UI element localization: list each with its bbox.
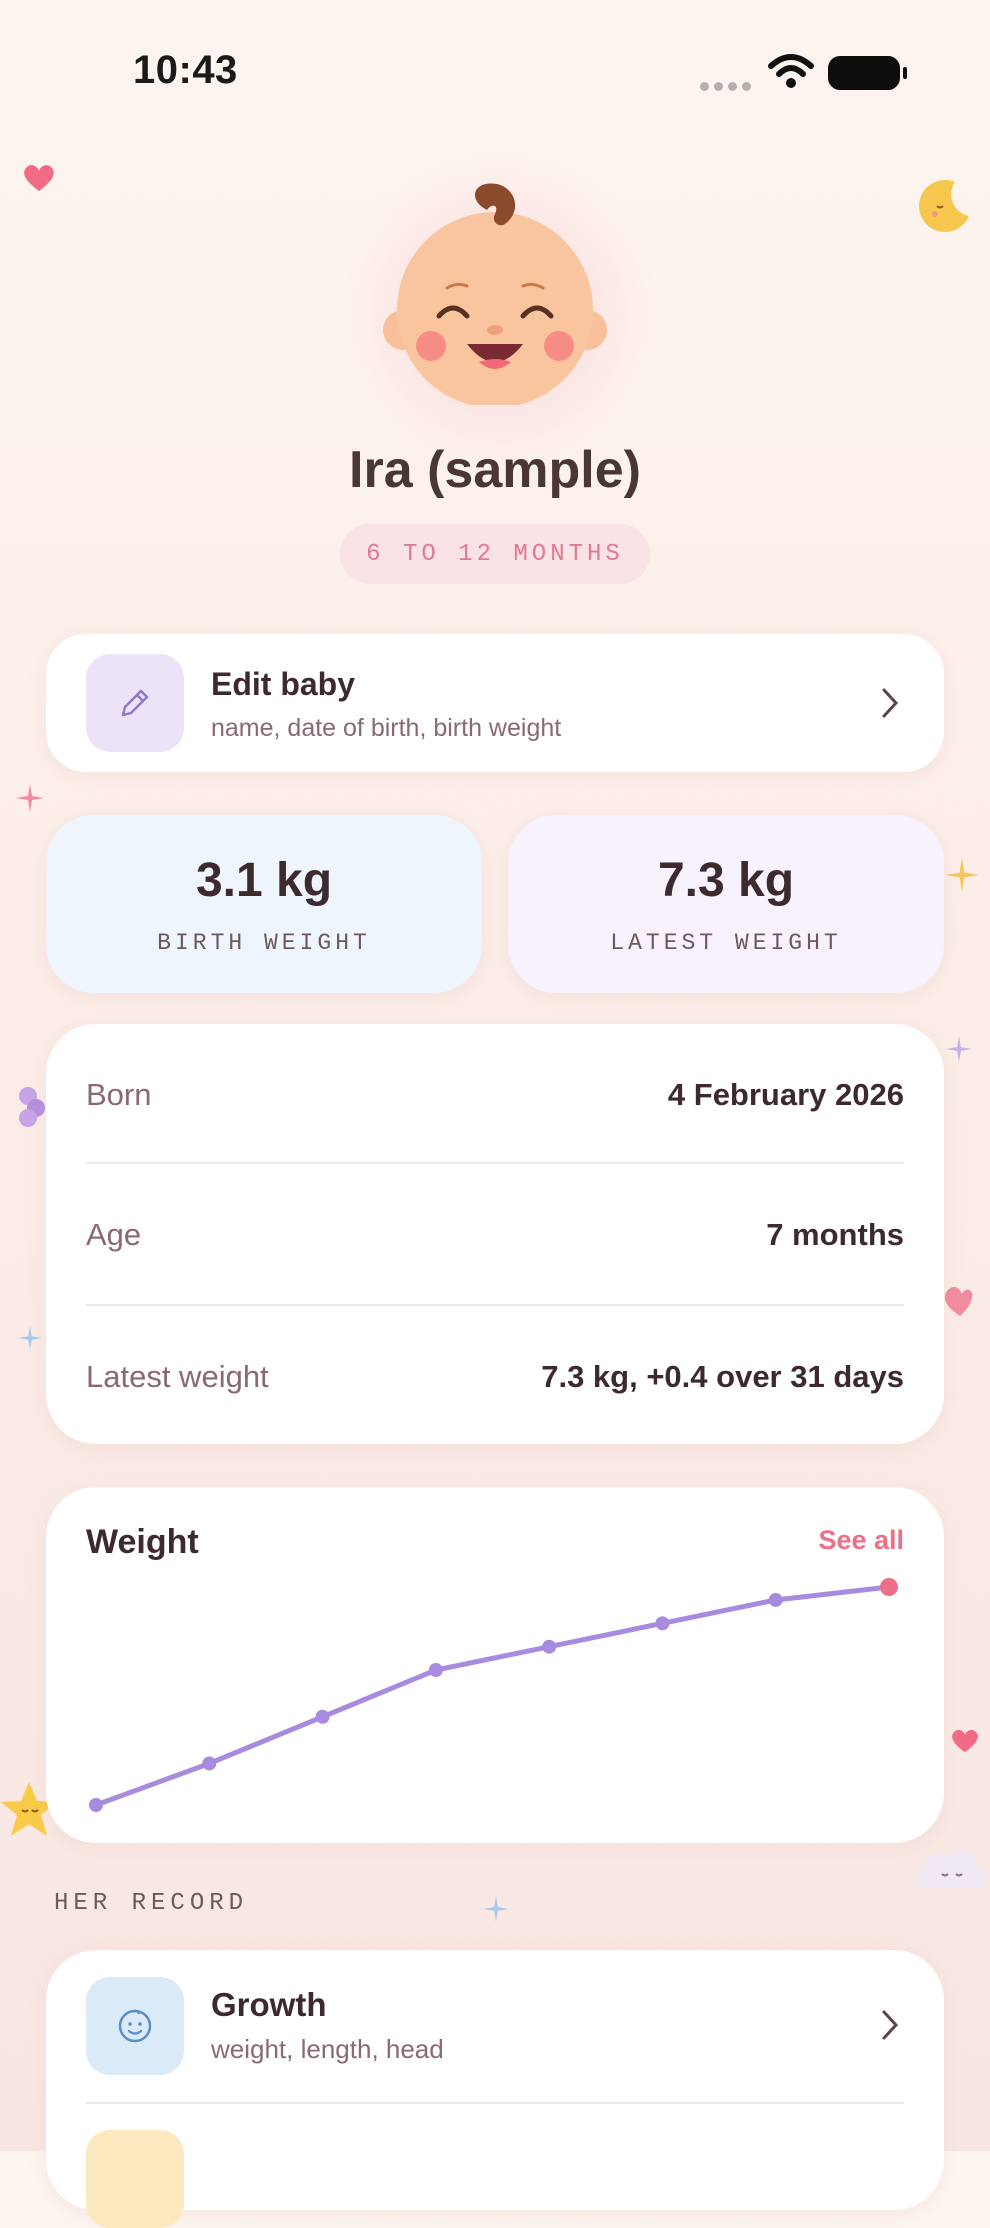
sparkle-decoration-icon [18,1326,42,1350]
baby-avatar [383,183,607,405]
info-key: Born [86,1076,152,1112]
pencil-icon [86,654,184,752]
weight-chart-card[interactable]: Weight See all [46,1487,944,1843]
baby-name: Ira (sample) [349,441,641,499]
info-row-age: Age 7 months [86,1164,904,1305]
weight-data-point [655,1616,670,1631]
cellular-signal-icon [700,78,756,96]
weight-series-line [93,1584,892,1808]
heart-decoration-icon [944,1287,973,1316]
weight-data-point [315,1709,330,1724]
heart-decoration-icon [952,1729,978,1753]
edit-baby-title: Edit baby [211,666,356,702]
info-value: 7 months [766,1216,904,1252]
chevron-right-icon [882,2010,899,2040]
heart-decoration-icon [24,165,54,191]
battery-icon [828,56,907,90]
info-key: Age [86,1216,142,1252]
weight-data-point [428,1663,443,1678]
record-item-icon-tile [86,2130,184,2228]
divider [86,2102,904,2104]
info-value: 4 February 2026 [667,1076,904,1112]
status-time: 10:43 [133,48,238,92]
age-range-badge: 6 TO 12 MONTHS [340,524,650,584]
sparkle-decoration-icon [483,1896,509,1922]
info-key: Latest weight [86,1358,269,1394]
info-row-latest-weight: Latest weight 7.3 kg, +0.4 over 31 days [86,1306,904,1447]
baby-info-card: Born 4 February 2026 Age 7 months Latest… [46,1024,944,1444]
weight-data-point [768,1592,783,1607]
info-value: 7.3 kg, +0.4 over 31 days [541,1358,904,1394]
baby-face-icon [86,1977,184,2075]
weight-data-point [202,1756,217,1771]
latest-weight-label: LATEST WEIGHT [610,930,842,956]
chevron-right-icon [882,688,899,718]
edit-baby-subtitle: name, date of birth, birth weight [211,714,562,742]
weight-line-chart [89,1578,898,1812]
latest-weight-card: 7.3 kg LATEST WEIGHT [508,815,944,993]
record-item-growth[interactable]: Growth weight, length, head [46,1950,944,2102]
edit-baby-card[interactable]: Edit baby name, date of birth, birth wei… [46,634,944,772]
sparkle-decoration-icon [16,784,44,812]
record-item-title: Growth [211,1986,327,2023]
info-row-born: Born 4 February 2026 [86,1024,904,1165]
birth-weight-value: 3.1 kg [195,854,333,907]
section-label: HER RECORD [54,1890,249,1917]
weight-data-point [89,1798,103,1812]
birth-weight-label: BIRTH WEIGHT [157,930,371,956]
weight-data-point [542,1639,557,1654]
sparkle-decoration-icon [945,858,979,892]
latest-weight-value: 7.3 kg [657,854,795,907]
birth-weight-card: 3.1 kg BIRTH WEIGHT [46,815,482,993]
moon-decoration-icon [919,180,969,232]
weight-latest-point [880,1578,898,1596]
record-item-subtitle: weight, length, head [211,2034,444,2064]
cloud-decoration-icon [917,1849,986,1888]
sparkle-decoration-icon [946,1036,972,1062]
wifi-icon [768,54,814,88]
record-card: Growth weight, length, head [46,1950,944,2228]
